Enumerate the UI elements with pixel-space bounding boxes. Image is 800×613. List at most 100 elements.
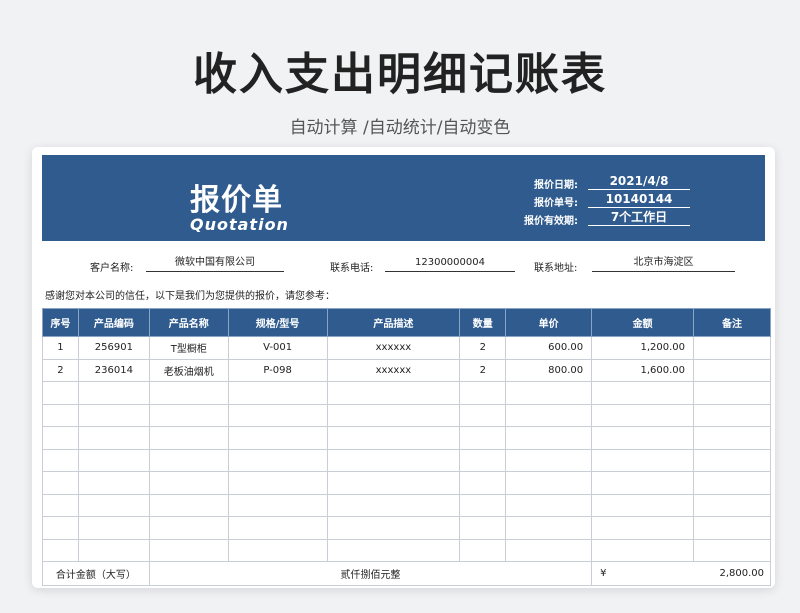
empty-cell[interactable] xyxy=(77,403,150,427)
empty-cell[interactable] xyxy=(459,426,507,450)
empty-cell[interactable] xyxy=(42,381,79,405)
cell-name[interactable]: T型橱柜 xyxy=(148,336,229,360)
empty-cell[interactable] xyxy=(42,516,79,540)
client-address-field[interactable]: 北京市海淀区 xyxy=(592,255,735,272)
empty-cell[interactable] xyxy=(77,493,150,517)
empty-cell[interactable] xyxy=(693,538,771,562)
cell-index[interactable]: 2 xyxy=(42,358,79,382)
empty-cell[interactable] xyxy=(459,381,507,405)
empty-cell[interactable] xyxy=(591,448,695,472)
cell-desc[interactable]: xxxxxx xyxy=(326,336,461,360)
cell-amount[interactable]: 1,600.00 xyxy=(591,358,695,382)
empty-cell[interactable] xyxy=(693,448,771,472)
empty-cell[interactable] xyxy=(227,516,328,540)
empty-cell[interactable] xyxy=(77,471,150,495)
empty-cell[interactable] xyxy=(148,381,229,405)
empty-cell[interactable] xyxy=(148,516,229,540)
cell-spec[interactable]: P-098 xyxy=(227,358,328,382)
cell-remark[interactable] xyxy=(693,358,771,382)
empty-cell[interactable] xyxy=(77,448,150,472)
total-amount[interactable]: 2,800.00 xyxy=(693,561,771,586)
cell-desc[interactable]: xxxxxx xyxy=(326,358,461,382)
empty-cell[interactable] xyxy=(227,471,328,495)
cell-price[interactable]: 600.00 xyxy=(505,336,593,360)
empty-cell[interactable] xyxy=(148,538,229,562)
empty-cell[interactable] xyxy=(459,493,507,517)
empty-cell[interactable] xyxy=(326,403,461,427)
empty-cell[interactable] xyxy=(505,403,593,427)
empty-cell[interactable] xyxy=(505,471,593,495)
client-phone-field[interactable]: 12300000004 xyxy=(385,255,515,272)
empty-cell[interactable] xyxy=(227,538,328,562)
empty-cell[interactable] xyxy=(77,426,150,450)
empty-cell[interactable] xyxy=(148,403,229,427)
empty-cell[interactable] xyxy=(591,538,695,562)
cell-qty[interactable]: 2 xyxy=(459,336,507,360)
empty-cell[interactable] xyxy=(77,538,150,562)
cell-code[interactable]: 256901 xyxy=(77,336,150,360)
empty-cell[interactable] xyxy=(42,403,79,427)
total-in-words[interactable]: 贰仟捌佰元整 xyxy=(148,561,593,586)
empty-cell[interactable] xyxy=(505,538,593,562)
cell-remark[interactable] xyxy=(693,336,771,360)
empty-cell[interactable] xyxy=(693,516,771,540)
empty-cell[interactable] xyxy=(693,426,771,450)
empty-cell[interactable] xyxy=(77,381,150,405)
meta-number-value[interactable]: 10140144 xyxy=(588,191,690,208)
cell-code[interactable]: 236014 xyxy=(77,358,150,382)
meta-date-value[interactable]: 2021/4/8 xyxy=(588,173,690,190)
empty-cell[interactable] xyxy=(459,538,507,562)
empty-cell[interactable] xyxy=(326,448,461,472)
empty-cell[interactable] xyxy=(148,448,229,472)
empty-cell[interactable] xyxy=(42,538,79,562)
empty-cell[interactable] xyxy=(227,448,328,472)
empty-cell[interactable] xyxy=(227,493,328,517)
empty-cell[interactable] xyxy=(459,448,507,472)
cell-name[interactable]: 老板油烟机 xyxy=(148,358,229,382)
empty-cell[interactable] xyxy=(591,426,695,450)
empty-cell[interactable] xyxy=(591,403,695,427)
empty-cell[interactable] xyxy=(591,471,695,495)
cell-amount[interactable]: 1,200.00 xyxy=(591,336,695,360)
empty-cell[interactable] xyxy=(77,516,150,540)
empty-cell[interactable] xyxy=(227,403,328,427)
cell-index[interactable]: 1 xyxy=(42,336,79,360)
empty-cell[interactable] xyxy=(42,448,79,472)
empty-cell[interactable] xyxy=(326,426,461,450)
client-name-field[interactable]: 微软中国有限公司 xyxy=(146,255,284,272)
empty-cell[interactable] xyxy=(326,516,461,540)
empty-cell[interactable] xyxy=(505,493,593,517)
col-header-index: 序号 xyxy=(42,308,79,337)
empty-cell[interactable] xyxy=(148,426,229,450)
client-phone-label: 联系电话: xyxy=(330,263,374,274)
cell-qty[interactable]: 2 xyxy=(459,358,507,382)
empty-cell[interactable] xyxy=(693,403,771,427)
empty-cell[interactable] xyxy=(591,516,695,540)
empty-cell[interactable] xyxy=(591,381,695,405)
empty-cell[interactable] xyxy=(148,493,229,517)
empty-cell[interactable] xyxy=(505,516,593,540)
empty-cell[interactable] xyxy=(693,471,771,495)
meta-validity-value[interactable]: 7个工作日 xyxy=(588,209,690,226)
empty-cell[interactable] xyxy=(148,471,229,495)
empty-cell[interactable] xyxy=(227,426,328,450)
empty-cell[interactable] xyxy=(326,493,461,517)
empty-cell[interactable] xyxy=(459,471,507,495)
empty-cell[interactable] xyxy=(227,381,328,405)
empty-cell[interactable] xyxy=(459,516,507,540)
empty-cell[interactable] xyxy=(326,381,461,405)
cell-price[interactable]: 800.00 xyxy=(505,358,593,382)
empty-cell[interactable] xyxy=(326,471,461,495)
empty-cell[interactable] xyxy=(42,471,79,495)
empty-cell[interactable] xyxy=(505,448,593,472)
empty-cell[interactable] xyxy=(693,381,771,405)
empty-cell[interactable] xyxy=(693,493,771,517)
empty-cell[interactable] xyxy=(459,403,507,427)
empty-cell[interactable] xyxy=(326,538,461,562)
empty-cell[interactable] xyxy=(505,426,593,450)
empty-cell[interactable] xyxy=(505,381,593,405)
empty-cell[interactable] xyxy=(42,426,79,450)
cell-spec[interactable]: V-001 xyxy=(227,336,328,360)
empty-cell[interactable] xyxy=(591,493,695,517)
empty-cell[interactable] xyxy=(42,493,79,517)
